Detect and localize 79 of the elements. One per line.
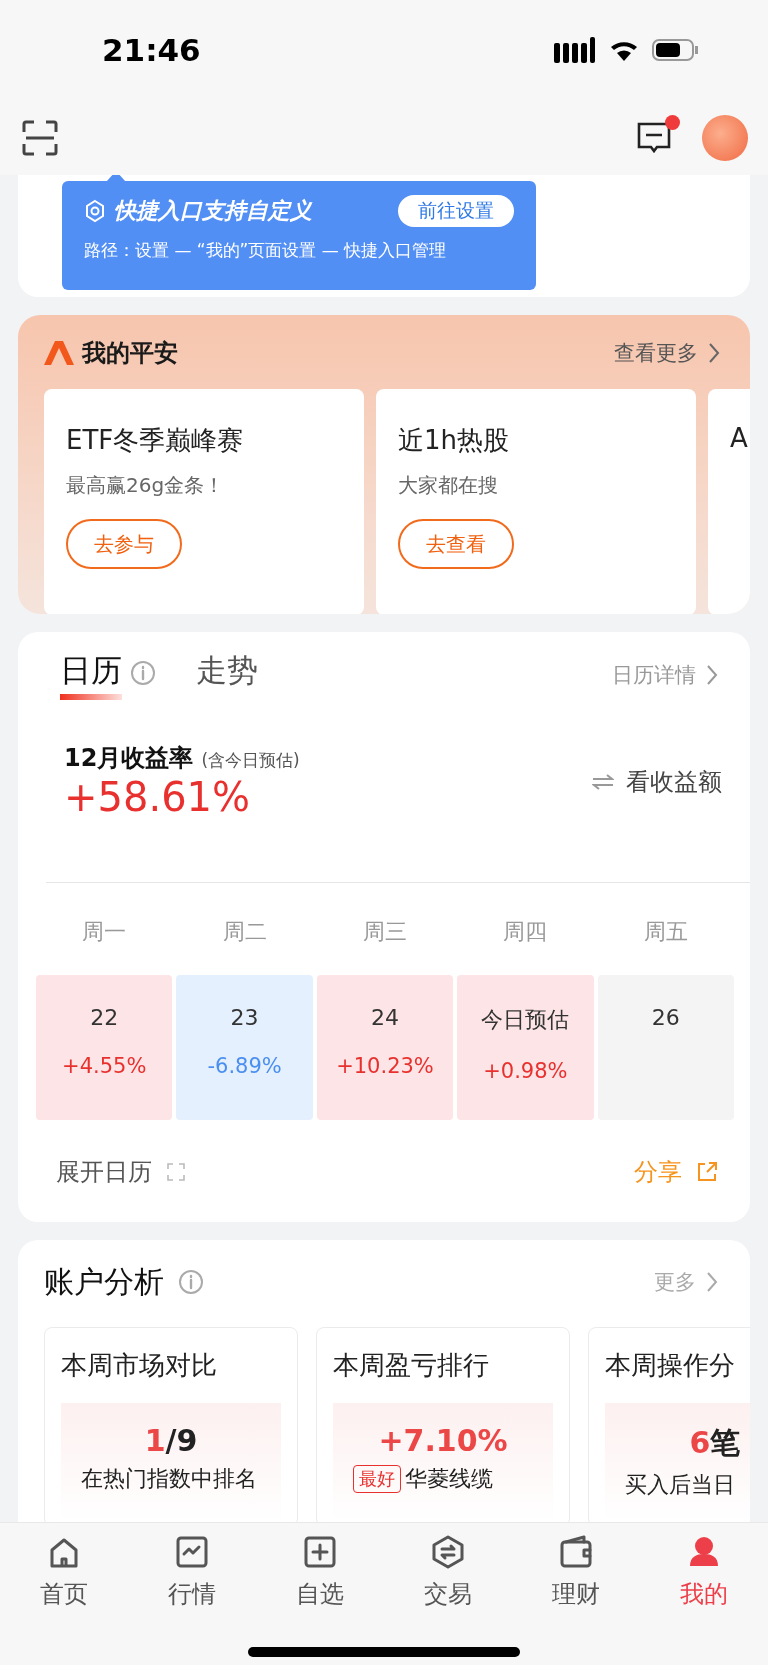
day-date: 23 xyxy=(230,1004,259,1030)
calendar-day[interactable]: 今日预估 +0.98% xyxy=(457,974,594,1120)
day-change: +10.23% xyxy=(336,1053,434,1078)
logo-icon xyxy=(44,341,74,365)
analysis-value: 1/9 xyxy=(144,1422,198,1458)
weekday-label: 周一 xyxy=(81,917,128,946)
expand-calendar-link[interactable]: 展开日历 xyxy=(56,1155,186,1188)
promo-title: 近1h热股 xyxy=(398,424,511,457)
analysis-caption: 买入后当日 xyxy=(625,1470,735,1499)
tooltip-path: 路径：设置 — “我的”页面设置 — 快捷入口管理 xyxy=(84,239,448,262)
swap-icon xyxy=(592,773,614,790)
expand-icon xyxy=(166,1161,186,1182)
promo-subtitle: 最高赢26g金条！ xyxy=(66,472,226,499)
return-value: +58.61% xyxy=(64,773,251,820)
info-icon[interactable] xyxy=(178,1269,204,1296)
calendar-day[interactable]: 26 xyxy=(597,974,734,1120)
analysis-caption: 在热门指数中排名 xyxy=(81,1464,257,1493)
status-time: 21:46 xyxy=(102,32,201,68)
chart-icon xyxy=(174,1534,210,1570)
analysis-card[interactable]: 本周市场对比 1/9 在热门指数中排名 xyxy=(44,1326,298,1522)
day-date: 26 xyxy=(651,1004,680,1030)
tab-bar-item[interactable]: 首页 xyxy=(0,1533,128,1611)
chevron-right-icon xyxy=(706,663,718,686)
tab-bar-item[interactable]: 交易 xyxy=(384,1533,512,1611)
scan-icon[interactable] xyxy=(22,119,58,156)
calendar-day[interactable]: 23 -6.89% xyxy=(176,974,313,1120)
calendar-day[interactable]: 22 +4.55% xyxy=(36,974,173,1120)
day-date: 今日预估 xyxy=(481,1005,570,1034)
chevron-right-icon xyxy=(706,1271,718,1294)
analysis-value: +7.10% xyxy=(378,1422,508,1458)
hexagon-icon xyxy=(84,199,106,223)
weekday-label: 周三 xyxy=(362,917,408,946)
plus-square-icon xyxy=(302,1534,338,1570)
tab-bar-item[interactable]: 理财 xyxy=(512,1533,640,1611)
exchange-icon xyxy=(430,1534,466,1570)
analysis-title: 本周市场对比 xyxy=(61,1348,218,1382)
weekday-label: 周四 xyxy=(502,917,549,946)
calendar-day[interactable]: 24 +10.23% xyxy=(316,974,454,1120)
calendar-tab[interactable]: 走势 xyxy=(196,649,258,700)
return-label: 12月收益率 xyxy=(64,742,194,774)
promo-card[interactable]: A xyxy=(708,389,750,614)
analysis-card[interactable]: 本周盈亏排行 +7.10% 最好 华菱线缆 xyxy=(316,1326,570,1522)
day-change: -6.89% xyxy=(207,1053,282,1078)
promo-card[interactable]: 近1h热股 大家都在搜 去查看 xyxy=(376,389,696,614)
wifi-icon xyxy=(610,39,638,61)
day-change: +0.98% xyxy=(483,1058,568,1083)
tab-bar-item[interactable]: 行情 xyxy=(128,1533,256,1611)
best-tag: 最好 xyxy=(353,1464,401,1493)
analysis-value: 6笔 xyxy=(689,1423,741,1462)
day-change: +4.55% xyxy=(62,1053,147,1078)
day-date: 22 xyxy=(90,1004,119,1030)
chevron-right-icon xyxy=(708,342,720,364)
section-title: 我的平安 xyxy=(82,338,178,369)
promo-subtitle: 大家都在搜 xyxy=(398,472,499,499)
weekday-label: 周五 xyxy=(642,917,689,946)
tab-bar-item[interactable]: 我的 xyxy=(640,1533,768,1611)
info-icon[interactable] xyxy=(130,659,156,686)
analysis-title: 本周操作分 xyxy=(605,1348,736,1382)
analysis-caption: 华菱线缆 xyxy=(405,1464,493,1493)
tab-bar-item[interactable]: 自选 xyxy=(256,1533,384,1611)
return-note: (含今日预估) xyxy=(201,748,300,772)
weekday-label: 周二 xyxy=(221,917,268,946)
promo-title: ETF冬季巅峰赛 xyxy=(66,424,245,457)
share-icon xyxy=(696,1160,718,1183)
battery-icon xyxy=(652,39,698,61)
message-icon[interactable] xyxy=(636,120,672,155)
switch-link[interactable]: 看收益额 xyxy=(592,765,722,798)
analysis-title: 本周盈亏排行 xyxy=(333,1348,490,1382)
section-title: 账户分析 xyxy=(44,1262,164,1301)
analysis-card[interactable]: 本周操作分 6笔 买入后当日 xyxy=(588,1326,750,1522)
avatar[interactable] xyxy=(702,114,748,161)
promo-title: A xyxy=(730,423,749,453)
see-more-link[interactable]: 查看更多 xyxy=(614,339,720,367)
day-date: 24 xyxy=(371,1004,399,1030)
wallet-icon xyxy=(558,1534,594,1570)
signal-icon xyxy=(554,37,596,63)
tooltip-title: 快捷入口支持自定义 xyxy=(114,197,314,225)
promo-card[interactable]: ETF冬季巅峰赛 最高赢26g金条！ 去参与 xyxy=(44,389,364,614)
go-settings-button[interactable]: 前往设置 xyxy=(398,195,514,227)
